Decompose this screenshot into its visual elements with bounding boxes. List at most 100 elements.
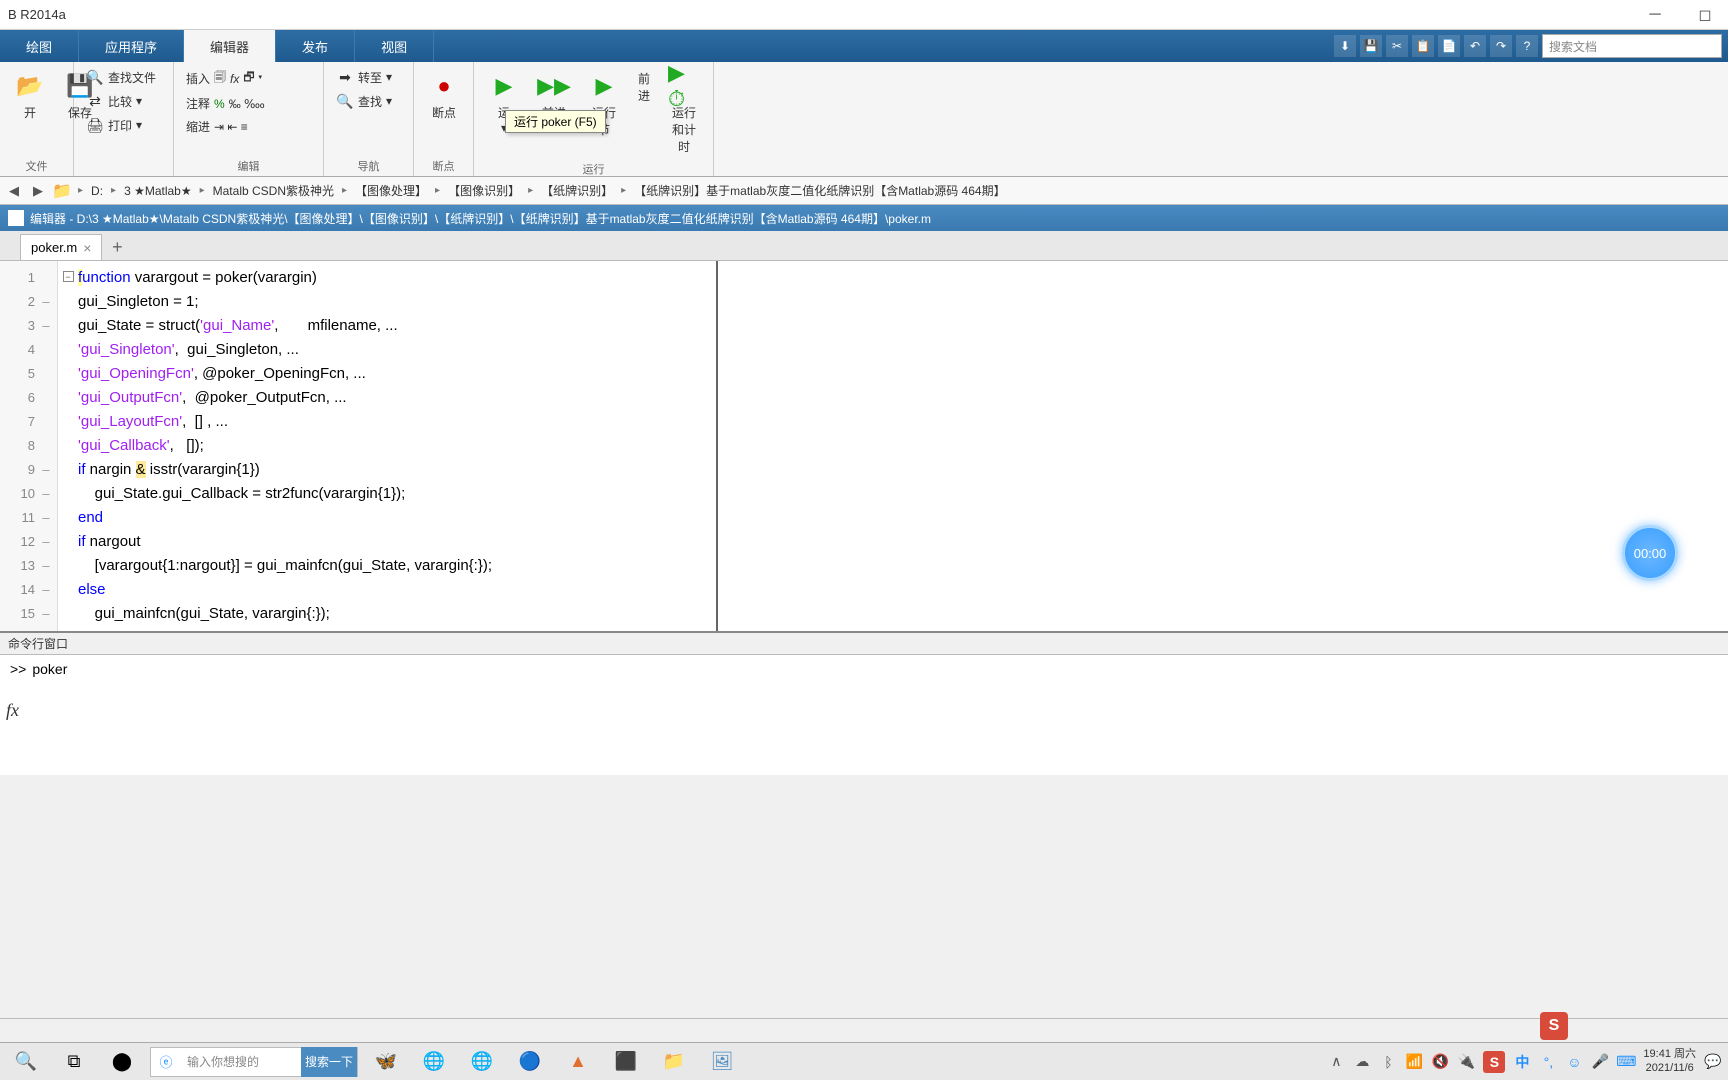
- search-docs-input[interactable]: 搜索文档: [1542, 34, 1722, 58]
- wifi-icon[interactable]: 📶: [1405, 1053, 1423, 1071]
- ime-mic-icon[interactable]: 🎤: [1591, 1053, 1609, 1071]
- path-seg-6[interactable]: 【纸牌识别】基于matlab灰度二值化纸牌识别【含Matlab源码 464期】: [632, 182, 1007, 199]
- editor-whitespace: [718, 261, 1728, 631]
- path-seg-4[interactable]: 【图像识别】: [446, 182, 522, 199]
- ime-keyboard-icon[interactable]: ⌨: [1617, 1053, 1635, 1071]
- status-bar: [0, 1018, 1728, 1042]
- tab-plot[interactable]: 绘图: [0, 30, 79, 62]
- folder-icon[interactable]: 📁: [52, 181, 72, 201]
- onedrive-icon[interactable]: ☁: [1353, 1053, 1371, 1071]
- breakpoint-button[interactable]: ●断点: [422, 66, 466, 125]
- tab-publish[interactable]: 发布: [276, 30, 355, 62]
- timer-badge[interactable]: 00:00: [1622, 525, 1678, 581]
- taskbar-search[interactable]: ⓔ 输入你想搜的 搜索一下: [150, 1047, 358, 1077]
- redo-icon[interactable]: ↷: [1490, 35, 1512, 57]
- comment-button[interactable]: 注释 % ‰ ‱: [182, 93, 269, 114]
- system-tray: ∧ ☁ ᛒ 📶 🔇 🔌 S 中 °, ☺ 🎤 ⌨ 19:41 周六 2021/1…: [1327, 1048, 1722, 1074]
- browser-icon[interactable]: 🔵: [510, 1046, 550, 1078]
- path-seg-1[interactable]: 3 ★Matlab★: [122, 184, 194, 198]
- app-icon-1[interactable]: 🦋: [366, 1046, 406, 1078]
- bluetooth-icon[interactable]: ᛒ: [1379, 1053, 1397, 1071]
- find-files-icon: 🔍: [86, 68, 104, 86]
- path-seg-3[interactable]: 【图像处理】: [353, 182, 429, 199]
- line-gutter: 12–3–456789–10–11–12–13–14–15–: [0, 261, 58, 631]
- explorer-icon[interactable]: 📁: [654, 1046, 694, 1078]
- undo-icon[interactable]: ↶: [1464, 35, 1486, 57]
- path-seg-5[interactable]: 【纸牌识别】: [539, 182, 615, 199]
- edge-icon[interactable]: 🌐: [462, 1046, 502, 1078]
- volume-icon[interactable]: 🔇: [1431, 1053, 1449, 1071]
- group-edit-label: 编辑: [182, 156, 315, 174]
- minimize-button[interactable]: ─: [1640, 5, 1670, 25]
- task-view-icon[interactable]: ⧉: [54, 1046, 94, 1078]
- tray-up-icon[interactable]: ∧: [1327, 1053, 1345, 1071]
- path-seg-2[interactable]: Matalb CSDN紫极神光: [211, 182, 336, 199]
- add-tab-button[interactable]: +: [104, 234, 130, 260]
- tray-clock[interactable]: 19:41 周六 2021/11/6: [1643, 1048, 1696, 1074]
- ime-zh-label[interactable]: 中: [1513, 1053, 1531, 1071]
- fx-icon[interactable]: fx: [6, 700, 19, 721]
- group-bp-label: 断点: [422, 156, 465, 174]
- print-icon: 🖨: [86, 116, 104, 134]
- open-icon: 📂: [14, 70, 46, 102]
- ribbon-body: 📂开 💾保存 文件 🔍查找文件 ⇄比较 ▾ 🖨打印 ▾ 插入 🗐 fx 🗗 ▾ …: [0, 62, 1728, 177]
- run-advance-icon: ▶▶: [538, 70, 570, 102]
- photos-icon[interactable]: 🖼: [702, 1046, 742, 1078]
- path-back-icon[interactable]: ◀: [4, 181, 24, 201]
- insert-button[interactable]: 插入 🗐 fx 🗗 ▾: [182, 66, 269, 91]
- find-button[interactable]: 🔍查找 ▾: [332, 90, 396, 112]
- code-content[interactable]: function varargout = poker(varargin)gui_…: [78, 261, 718, 631]
- ime-punct-icon[interactable]: °,: [1539, 1053, 1557, 1071]
- path-fwd-icon[interactable]: ▶: [28, 181, 48, 201]
- close-tab-icon[interactable]: ×: [83, 240, 91, 256]
- obs-icon[interactable]: ⬤: [102, 1046, 142, 1078]
- save-icon[interactable]: 💾: [1360, 35, 1382, 57]
- fold-column: −: [58, 261, 78, 631]
- command-window-title: 命令行窗口: [0, 631, 1728, 655]
- file-tab-poker[interactable]: poker.m ×: [20, 234, 102, 260]
- path-bar: ◀ ▶ 📁 ▸ D:▸ 3 ★Matlab★▸ Matalb CSDN紫极神光▸…: [0, 177, 1728, 205]
- battery-icon[interactable]: 🔌: [1457, 1053, 1475, 1071]
- run-time-button[interactable]: ▶⏱运行和计时: [662, 66, 706, 159]
- cut-icon[interactable]: ✂: [1386, 35, 1408, 57]
- find-icon: 🔍: [336, 92, 354, 110]
- taskbar: 🔍 ⧉ ⬤ ⓔ 输入你想搜的 搜索一下 🦋 🌐 🌐 🔵 ▲ ⬛ 📁 🖼 ∧ ☁ …: [0, 1042, 1728, 1080]
- cmd-prompt-symbol: >>: [10, 661, 26, 677]
- print-button[interactable]: 🖨打印 ▾: [82, 114, 160, 136]
- notifications-icon[interactable]: 💬: [1704, 1053, 1722, 1071]
- code-editor[interactable]: 12–3–456789–10–11–12–13–14–15– − functio…: [0, 261, 1728, 631]
- compare-button[interactable]: ⇄比较 ▾: [82, 90, 160, 112]
- ime-sogou-icon[interactable]: S: [1540, 1012, 1568, 1040]
- search-task-icon[interactable]: 🔍: [6, 1046, 46, 1078]
- chrome-icon[interactable]: 🌐: [414, 1046, 454, 1078]
- run-section-icon: ▶: [588, 70, 620, 102]
- tab-view[interactable]: 视图: [355, 30, 434, 62]
- indent-button[interactable]: 缩进 ⇥ ⇤ ≡: [182, 116, 269, 137]
- quick-btn-1[interactable]: ⬇: [1334, 35, 1356, 57]
- tab-apps[interactable]: 应用程序: [79, 30, 184, 62]
- window-title: B R2014a: [8, 7, 66, 22]
- paste-icon[interactable]: 📄: [1438, 35, 1460, 57]
- matlab-icon[interactable]: ▲: [558, 1046, 598, 1078]
- advance-button[interactable]: 前进: [632, 66, 656, 108]
- run-icon: ▶: [488, 70, 520, 102]
- goto-button[interactable]: ➡转至 ▾: [332, 66, 396, 88]
- tab-editor[interactable]: 编辑器: [184, 30, 276, 62]
- ribbon-tabs: 绘图 应用程序 编辑器 发布 视图 ⬇ 💾 ✂ 📋 📄 ↶ ↷ ? 搜索文档: [0, 30, 1728, 62]
- ime-face-icon[interactable]: ☺: [1565, 1053, 1583, 1071]
- command-window[interactable]: >> poker: [0, 655, 1728, 775]
- group-run-label: 运行: [482, 159, 705, 177]
- breakpoint-icon: ●: [428, 70, 460, 102]
- copy-icon[interactable]: 📋: [1412, 35, 1434, 57]
- open-button[interactable]: 📂开: [8, 66, 52, 125]
- run-time-icon: ▶⏱: [668, 70, 700, 102]
- find-files-button[interactable]: 🔍查找文件: [82, 66, 160, 88]
- cmd-text: poker: [32, 661, 67, 677]
- maximize-button[interactable]: ◻: [1690, 5, 1720, 25]
- taskbar-search-button[interactable]: 搜索一下: [301, 1047, 357, 1077]
- group-file-label: 文件: [8, 156, 65, 174]
- path-seg-0[interactable]: D:: [89, 184, 105, 198]
- help-icon[interactable]: ?: [1516, 35, 1538, 57]
- ime-s-icon[interactable]: S: [1483, 1051, 1505, 1073]
- app-icon-2[interactable]: ⬛: [606, 1046, 646, 1078]
